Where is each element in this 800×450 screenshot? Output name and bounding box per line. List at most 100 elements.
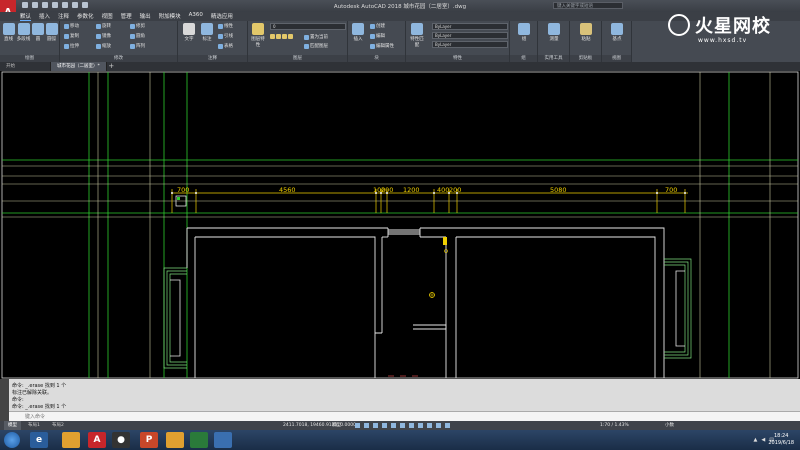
drawing-canvas[interactable]: 700 4560 100 200 1200 400 200 5080 700 [0,71,800,379]
network-icon[interactable]: ▲ [754,437,758,443]
image-viewer-icon[interactable] [190,432,208,448]
create-block-tool[interactable]: 创建 [370,23,385,29]
start-button[interactable] [4,432,20,448]
layer-lock-icon[interactable] [282,34,287,39]
line-tool[interactable]: 直线 [2,23,15,42]
match-properties-tool[interactable]: 特性匹配 [409,23,425,48]
model-space-toggle[interactable]: 模型 [332,421,341,430]
dimension-label: 200 [449,186,462,194]
layer-properties-tool[interactable]: 图层特性 [250,23,266,48]
array-tool[interactable]: 阵列 [130,43,145,49]
annotation-scale[interactable]: 1:70 / 1.43% [600,421,629,430]
linetype-combo[interactable]: ByLayer [432,32,508,39]
otrack-icon[interactable] [400,423,405,428]
polar-icon[interactable] [382,423,387,428]
table-label: 表格 [224,44,233,49]
base-point-tool[interactable]: 基点 [609,23,625,42]
stretch-tool[interactable]: 拉伸 [64,43,79,49]
color-combo[interactable]: ByLayer [432,23,508,30]
layer-on-icon[interactable] [270,34,275,39]
paste-tool[interactable]: 粘贴 [578,23,594,42]
scale-tool[interactable]: 缩放 [96,43,111,49]
fillet-tool[interactable]: 圆角 [130,33,145,39]
trim-tool[interactable]: 修剪 [130,23,145,29]
modify-panel-title[interactable]: 修改 [60,55,177,62]
insert-block-label: 插入 [353,37,363,42]
dimension-tool[interactable]: 标注 [200,23,214,42]
grid-icon[interactable] [355,423,360,428]
draw-panel-title[interactable]: 绘图 [0,55,59,62]
layers-panel-title[interactable]: 图层 [248,55,347,62]
volume-icon[interactable]: ◀ [761,437,765,443]
folder-icon[interactable] [62,432,80,448]
recorder-icon[interactable]: ● [112,432,130,448]
new-tab-icon[interactable]: + [107,62,116,71]
help-search-input[interactable]: 键入关键字或短语 [553,2,623,9]
tab-home[interactable]: 默认 [20,12,32,21]
match-properties-icon [411,23,423,35]
make-current-tool[interactable]: 置为当前 [304,34,328,40]
tab-drawing[interactable]: 城市花园（二居室）* [51,62,107,71]
rotate-tool[interactable]: 旋转 [96,23,111,29]
app-icon[interactable] [214,432,232,448]
insert-block-tool[interactable]: 插入 [351,23,365,42]
tab-annotate[interactable]: 注释 [58,12,69,21]
group-tool[interactable]: 组 [516,23,532,42]
units-display[interactable]: 小数 [665,421,674,430]
annotation-visibility-icon[interactable] [436,423,441,428]
tab-layout1[interactable]: 布局1 [24,421,44,430]
polyline-label: 多段线 [16,37,31,42]
lineweight-icon[interactable] [409,423,414,428]
table-tool[interactable]: 表格 [218,43,233,49]
autocad-taskbar-icon[interactable]: A [88,432,106,448]
edit-block-tool[interactable]: 编辑 [370,33,385,39]
view-panel-title[interactable]: 视图 [602,55,631,62]
mirror-tool[interactable]: 镜像 [96,33,111,39]
block-panel-title[interactable]: 块 [348,55,405,62]
copy-tool[interactable]: 复制 [64,33,79,39]
ortho-icon[interactable] [373,423,378,428]
selection-cycling-icon[interactable] [427,423,432,428]
tab-view[interactable]: 视图 [102,12,113,21]
tab-featured-apps[interactable]: 精选应用 [211,12,233,21]
folder2-icon[interactable] [166,432,184,448]
command-window-handle[interactable] [0,379,9,421]
layer-freeze-icon[interactable] [276,34,281,39]
lineweight-combo[interactable]: ByLayer [432,41,508,48]
edit-attributes-tool[interactable]: 编辑属性 [370,43,394,49]
clipboard-panel-title[interactable]: 剪贴板 [570,55,601,62]
transparency-icon[interactable] [418,423,423,428]
osnap-icon[interactable] [391,423,396,428]
tab-parametric[interactable]: 参数化 [77,12,94,21]
tab-a360[interactable]: A360 [189,12,203,21]
arc-tool[interactable]: 圆弧 [45,23,58,42]
utilities-panel-title[interactable]: 实用工具 [538,55,569,62]
clock[interactable]: 18:24 2019/6/18 [768,433,794,447]
measure-tool[interactable]: 测量 [546,23,562,42]
command-input[interactable]: 键入命令 [9,411,800,421]
tab-output[interactable]: 输出 [140,12,151,21]
explorer-icon[interactable]: e [30,432,48,448]
make-current-label: 置为当前 [310,35,328,40]
workspace-icon[interactable] [445,423,450,428]
tab-model[interactable]: 模型 [4,421,21,430]
match-layer-tool[interactable]: 匹配图层 [304,43,328,49]
tab-insert[interactable]: 插入 [39,12,50,21]
move-tool[interactable]: 移动 [64,23,79,29]
linear-dim-tool[interactable]: 线性 [218,23,233,29]
annotation-panel-title[interactable]: 注释 [178,55,247,62]
leader-tool[interactable]: 引线 [218,33,233,39]
text-tool[interactable]: 文字 [182,23,196,42]
layer-isolate-icon[interactable] [288,34,293,39]
tab-addins[interactable]: 附加模块 [159,12,181,21]
powerpoint-icon[interactable]: P [140,432,158,448]
tab-layout2[interactable]: 布局2 [48,421,68,430]
snap-icon[interactable] [364,423,369,428]
groups-panel-title[interactable]: 组 [510,55,537,62]
tab-manage[interactable]: 管理 [121,12,132,21]
layer-combo[interactable]: 0 [270,23,346,30]
properties-panel-title[interactable]: 特性 [406,55,509,62]
polyline-tool[interactable]: 多段线 [16,23,31,42]
tab-start[interactable]: 开始 [0,62,51,71]
circle-tool[interactable]: 圆 [32,23,44,42]
